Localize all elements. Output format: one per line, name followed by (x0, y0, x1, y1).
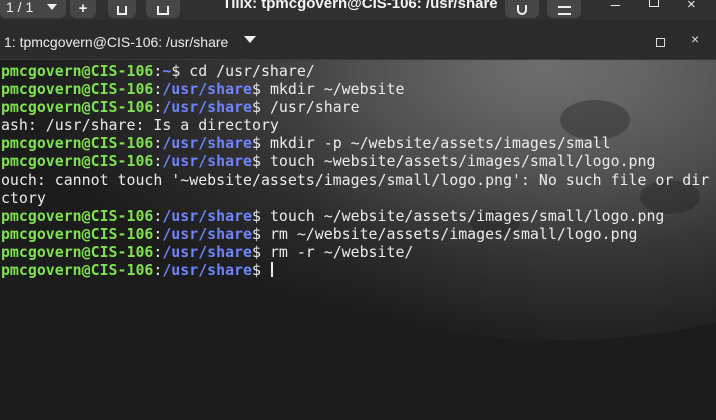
search-icon (517, 5, 527, 15)
prompt-symbol: $ (252, 80, 270, 99)
tab-counter: 1 / 1 (6, 0, 34, 15)
prompt-user: tpmcgovern@CIS-106 (0, 224, 154, 243)
prompt-path: /usr/share (162, 152, 252, 171)
prompt-line: tpmcgovern@CIS-106:/usr/share$ /usr/shar… (0, 98, 709, 116)
prompt-user: tpmcgovern@CIS-106 (0, 62, 154, 80)
prompt-line: tpmcgovern@CIS-106:/usr/share$ rm ~/webs… (0, 225, 709, 243)
command-text: touch ~/website/assets/images/small/logo… (269, 206, 665, 225)
prompt-separator: : (153, 224, 163, 243)
prompt-line: tpmcgovern@CIS-106:/usr/share$ rm -r ~/w… (0, 243, 709, 261)
terminal-output-line: bash: /usr/share: Is a directory (0, 116, 709, 134)
chevron-down-icon[interactable] (244, 36, 256, 43)
minimize-icon[interactable]: _ (611, 0, 620, 8)
chevron-down-icon (47, 4, 58, 10)
prompt-path: ~ (162, 62, 172, 80)
menu-button[interactable] (547, 0, 581, 18)
hamburger-menu-icon (557, 6, 571, 15)
terminal-area[interactable]: tpmcgovern@CIS-106:~$ cd /usr/share/tpmc… (0, 60, 716, 420)
add-terminal-icon: + (78, 0, 88, 17)
split-vertical-button[interactable] (108, 0, 136, 18)
prompt-symbol: $ (252, 224, 270, 243)
prompt-user: tpmcgovern@CIS-106 (0, 206, 154, 225)
prompt-symbol: $ (171, 62, 190, 80)
search-button[interactable] (505, 0, 539, 18)
maximize-icon[interactable] (649, 0, 659, 7)
prompt-line: tpmcgovern@CIS-106:/usr/share$ touch ~/w… (0, 207, 709, 225)
session-bar: 1: tpmcgovern@CIS-106: /usr/share × (0, 20, 716, 60)
prompt-user: tpmcgovern@CIS-106 (0, 80, 154, 99)
command-text: cd /usr/share/ (189, 62, 315, 80)
prompt-separator: : (153, 62, 163, 80)
prompt-user: tpmcgovern@CIS-106 (0, 242, 154, 261)
prompt-symbol: $ (252, 152, 270, 171)
session-switcher-button[interactable]: 1 / 1 (0, 0, 66, 18)
prompt-path: /usr/share (162, 134, 252, 153)
prompt-line: tpmcgovern@CIS-106:/usr/share$ mkdir ~/w… (0, 80, 709, 98)
prompt-path: /usr/share (162, 80, 252, 99)
prompt-separator: : (153, 80, 163, 99)
prompt-separator: : (153, 134, 163, 153)
prompt-path: /usr/share (162, 261, 252, 280)
terminal-output-line: ectory (0, 189, 709, 207)
command-text: mkdir -p ~/website/assets/images/small (269, 134, 611, 153)
prompt-path: /usr/share (162, 224, 252, 243)
output-text: bash: /usr/share: Is a directory (0, 116, 279, 135)
close-icon[interactable]: × (687, 0, 696, 13)
prompt-symbol: $ (252, 206, 270, 225)
command-text: touch ~website/assets/images/small/logo.… (269, 152, 656, 171)
prompt-path: /usr/share (162, 242, 252, 261)
prompt-path: /usr/share (162, 206, 252, 225)
prompt-separator: : (153, 152, 163, 171)
terminal-output: tpmcgovern@CIS-106:~$ cd /usr/share/tpmc… (0, 62, 709, 279)
text-cursor (270, 262, 273, 278)
prompt-symbol: $ (252, 98, 270, 117)
terminal-output-line: touch: cannot touch '~website/assets/ima… (0, 171, 709, 189)
header-bar: 1 / 1 + Tilix: tpmcgovern@CIS-106: /usr/… (0, 0, 716, 20)
prompt-line: tpmcgovern@CIS-106:/usr/share$ (0, 261, 709, 279)
prompt-separator: : (153, 98, 163, 117)
tilix-window: 1 / 1 + Tilix: tpmcgovern@CIS-106: /usr/… (0, 0, 716, 420)
prompt-line: tpmcgovern@CIS-106:/usr/share$ mkdir -p … (0, 134, 709, 152)
prompt-line: tpmcgovern@CIS-106:~$ cd /usr/share/ (0, 62, 709, 80)
prompt-separator: : (153, 261, 163, 280)
prompt-user: tpmcgovern@CIS-106 (0, 134, 154, 153)
output-text: touch: cannot touch '~website/assets/ima… (0, 170, 710, 189)
prompt-symbol: $ (252, 261, 270, 280)
prompt-user: tpmcgovern@CIS-106 (0, 98, 154, 117)
command-text: rm ~/website/assets/images/small/logo.pn… (269, 224, 638, 243)
prompt-symbol: $ (252, 242, 270, 261)
window-title: Tilix: tpmcgovern@CIS-106: /usr/share (222, 0, 498, 12)
prompt-user: tpmcgovern@CIS-106 (0, 261, 154, 280)
prompt-separator: : (153, 206, 163, 225)
command-text: mkdir ~/website (269, 80, 405, 99)
prompt-line: tpmcgovern@CIS-106:/usr/share$ touch ~we… (0, 152, 709, 170)
close-terminal-icon[interactable]: × (691, 31, 699, 47)
command-text: /usr/share (269, 98, 360, 117)
prompt-symbol: $ (252, 134, 270, 153)
maximize-terminal-icon[interactable] (656, 38, 665, 47)
split-horizontal-icon (157, 6, 169, 15)
output-text: ectory (0, 188, 46, 207)
prompt-separator: : (153, 242, 163, 261)
add-terminal-button[interactable]: + (70, 0, 96, 18)
session-title[interactable]: 1: tpmcgovern@CIS-106: /usr/share (4, 34, 228, 50)
prompt-user: tpmcgovern@CIS-106 (0, 152, 154, 171)
command-text: rm -r ~/website/ (269, 242, 414, 261)
prompt-path: /usr/share (162, 98, 252, 117)
split-horizontal-button[interactable] (146, 0, 180, 18)
split-vertical-icon (117, 6, 127, 15)
